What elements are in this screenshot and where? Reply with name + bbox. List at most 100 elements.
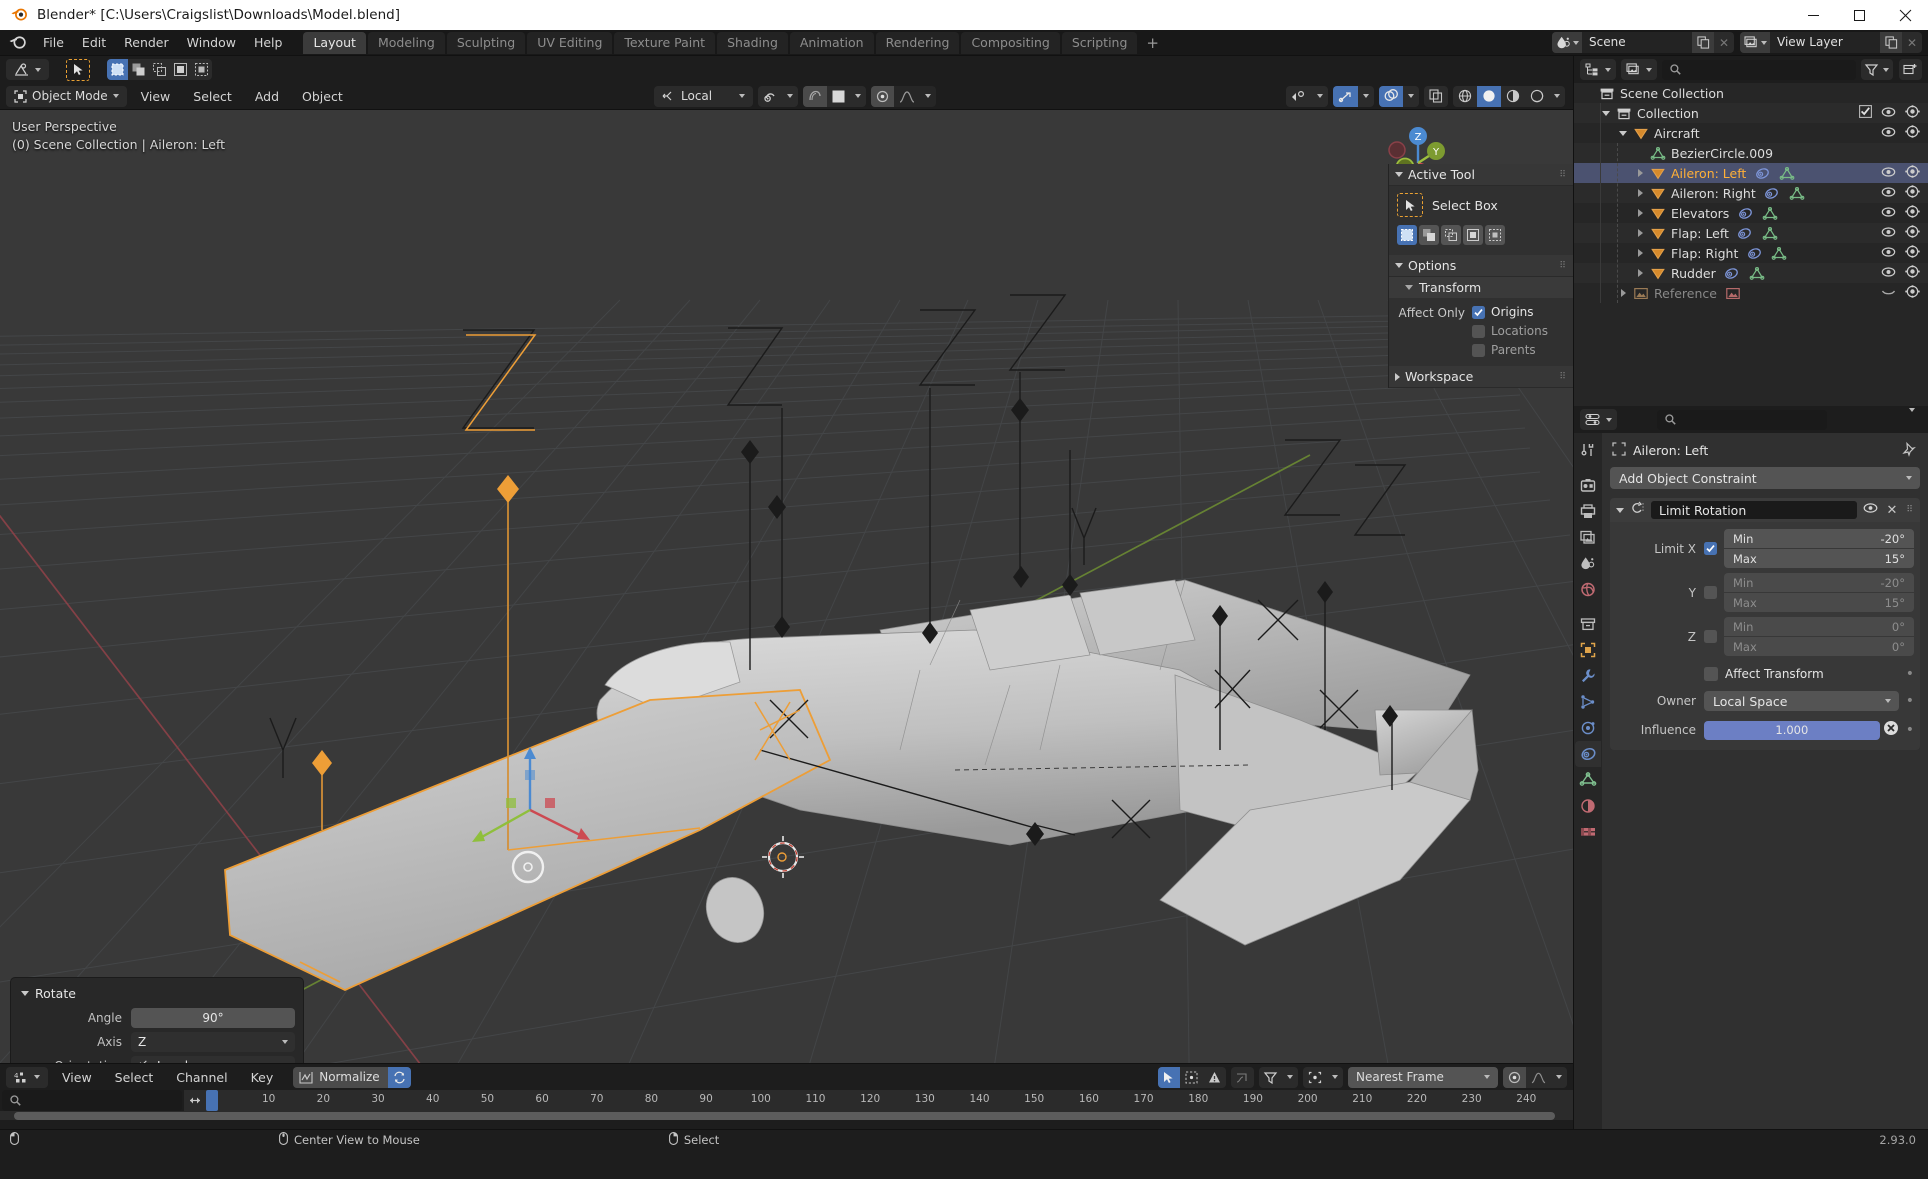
shading-solid-button[interactable]: [1477, 85, 1501, 107]
viewport-menu-select[interactable]: Select: [184, 86, 241, 107]
falloff-chevron-icon[interactable]: [920, 86, 936, 107]
scene-selector[interactable]: Scene ✕: [1552, 32, 1734, 53]
affect-only-origins-row[interactable]: Origins: [1472, 305, 1548, 319]
proportional-origin-toggle[interactable]: [871, 85, 895, 107]
timeline-ruler[interactable]: 10 20 30 40 50 60 70 80 90 100 110 120 130 140 150 160 1…: [206, 1090, 1573, 1111]
object-mode-selector[interactable]: Object Mode: [6, 85, 127, 107]
mesh-data-icon[interactable]: [1788, 186, 1806, 200]
viewport-menu-view[interactable]: View: [132, 86, 180, 107]
properties-tab-collection[interactable]: [1575, 611, 1601, 637]
menu-help[interactable]: Help: [245, 32, 292, 53]
channel-search-input[interactable]: [2, 1090, 182, 1111]
clear-influence-animation-icon[interactable]: [1883, 720, 1899, 740]
disable-in-renders-icon[interactable]: [1905, 285, 1920, 301]
outliner-filter-button[interactable]: [1861, 59, 1893, 80]
animate-property-dot-icon[interactable]: •: [1906, 666, 1914, 682]
limit-y-checkbox[interactable]: [1704, 586, 1717, 599]
outliner-search-input[interactable]: [1662, 59, 1856, 80]
hide-in-viewport-icon[interactable]: [1881, 186, 1896, 201]
disable-in-renders-icon[interactable]: [1905, 245, 1920, 261]
limit-x-checkbox[interactable]: [1704, 542, 1717, 555]
workspace-tab-modeling[interactable]: Modeling: [367, 31, 445, 54]
mesh-data-icon[interactable]: [1770, 246, 1788, 260]
workspace-tab-sculpting[interactable]: Sculpting: [446, 31, 526, 54]
dope-sheet-scrollbar[interactable]: [0, 1111, 1573, 1120]
menu-render[interactable]: Render: [115, 32, 178, 53]
proportional-editing-keys-icon[interactable]: [1303, 1067, 1327, 1088]
limit-y-max-field[interactable]: Max 15°: [1724, 593, 1914, 612]
expand-arrow-icon[interactable]: [1631, 189, 1649, 197]
proportional-editing-toggle[interactable]: [803, 85, 828, 107]
normalize-toggle[interactable]: Normalize: [293, 1066, 388, 1088]
transform-subpanel-header[interactable]: Transform: [1389, 277, 1573, 298]
outliner-row-scene-collection[interactable]: Scene Collection: [1574, 83, 1928, 103]
toggle-xray-button[interactable]: [1424, 86, 1448, 107]
constraint-drag-dots-icon[interactable]: ⠿: [1906, 505, 1914, 515]
outliner-tree[interactable]: Scene Collection Collection Aircraft Bezier…: [1574, 83, 1928, 406]
properties-tab-tool[interactable]: [1575, 437, 1601, 463]
shading-chevron-icon[interactable]: [1549, 86, 1565, 107]
tool-mode-set-button[interactable]: [1397, 225, 1417, 245]
auto-normalize-toggle[interactable]: [387, 1066, 411, 1088]
new-view-layer-button[interactable]: [1880, 32, 1902, 53]
outliner-row-aileron-left[interactable]: Aileron: Left: [1574, 163, 1928, 183]
current-frame-indicator[interactable]: [206, 1090, 218, 1111]
operator-panel-header[interactable]: Rotate: [19, 984, 295, 1008]
menu-window[interactable]: Window: [178, 32, 245, 53]
select-intersect-button[interactable]: [191, 59, 212, 80]
outliner-row-flap-left[interactable]: Flap: Left: [1574, 223, 1928, 243]
workspace-tab-scripting[interactable]: Scripting: [1061, 31, 1138, 54]
limit-x-max-field[interactable]: Max 15°: [1724, 549, 1914, 568]
limit-z-checkbox[interactable]: [1704, 630, 1717, 643]
image-data-icon[interactable]: [1724, 287, 1742, 300]
dopesheet-editor-type-selector[interactable]: 4: [6, 1066, 48, 1088]
filter-chevron-icon[interactable]: [1282, 1067, 1298, 1088]
show-errors-toggle[interactable]: [1203, 1067, 1226, 1088]
remove-scene-button[interactable]: ✕: [1714, 32, 1734, 53]
expand-arrow-icon[interactable]: [1631, 209, 1649, 217]
workspace-tab-uv-editing[interactable]: UV Editing: [527, 31, 613, 54]
mesh-data-icon[interactable]: [1748, 266, 1766, 280]
constraint-visibility-eye-icon[interactable]: [1863, 502, 1878, 518]
visibility-chevron-icon[interactable]: [1312, 86, 1328, 107]
hide-in-viewport-icon[interactable]: [1881, 266, 1896, 281]
collapse-arrow-icon[interactable]: [1395, 172, 1403, 177]
hide-in-viewport-icon[interactable]: [1881, 126, 1896, 141]
new-scene-button[interactable]: [1692, 32, 1714, 53]
show-gizmo-toggle[interactable]: [1333, 85, 1358, 107]
outliner-row-aircraft[interactable]: Aircraft: [1574, 123, 1928, 143]
constraint-icon[interactable]: [1736, 207, 1754, 220]
close-button[interactable]: [1882, 0, 1928, 30]
expand-arrow-icon[interactable]: [1631, 229, 1649, 237]
falloff-chevron-icon[interactable]: [1551, 1067, 1567, 1088]
minimize-button[interactable]: [1790, 0, 1836, 30]
influence-slider[interactable]: 1.000: [1704, 720, 1880, 740]
animate-property-dot-icon[interactable]: •: [1906, 693, 1914, 709]
properties-tab-object-data[interactable]: [1575, 767, 1601, 793]
properties-tab-physics[interactable]: [1575, 715, 1601, 741]
constraint-name-field[interactable]: Limit Rotation: [1651, 501, 1857, 519]
outliner-row-flap-right[interactable]: Flap: Right: [1574, 243, 1928, 263]
parents-checkbox[interactable]: [1472, 343, 1485, 357]
workspace-panel-header[interactable]: Workspace ⠿: [1389, 366, 1573, 388]
shading-material-preview-button[interactable]: [1501, 86, 1525, 107]
gizmo-chevron-icon[interactable]: [1358, 86, 1374, 107]
tool-mode-extend-button[interactable]: [1419, 225, 1439, 245]
shading-rendered-button[interactable]: [1525, 86, 1549, 107]
collapse-arrow-icon[interactable]: [1616, 507, 1624, 513]
viewport-menu-add[interactable]: Add: [246, 86, 288, 107]
dopesheet-menu-view[interactable]: View: [53, 1067, 101, 1088]
outliner-row-rudder[interactable]: Rudder: [1574, 263, 1928, 283]
properties-tab-world[interactable]: [1575, 576, 1601, 602]
origins-checkbox[interactable]: [1472, 305, 1485, 319]
properties-tab-object[interactable]: [1575, 637, 1601, 663]
hide-in-viewport-icon[interactable]: [1881, 166, 1896, 181]
locations-checkbox[interactable]: [1472, 324, 1485, 338]
outliner-editor-type-selector[interactable]: [1580, 59, 1616, 80]
select-extend-button[interactable]: [128, 59, 149, 80]
workspace-tab-texture-paint[interactable]: Texture Paint: [614, 31, 716, 54]
workspace-tab-animation[interactable]: Animation: [789, 31, 874, 54]
add-object-constraint-dropdown[interactable]: Add Object Constraint: [1610, 467, 1920, 489]
expand-arrow-icon[interactable]: [1631, 169, 1649, 177]
hide-in-viewport-icon[interactable]: [1881, 206, 1896, 221]
